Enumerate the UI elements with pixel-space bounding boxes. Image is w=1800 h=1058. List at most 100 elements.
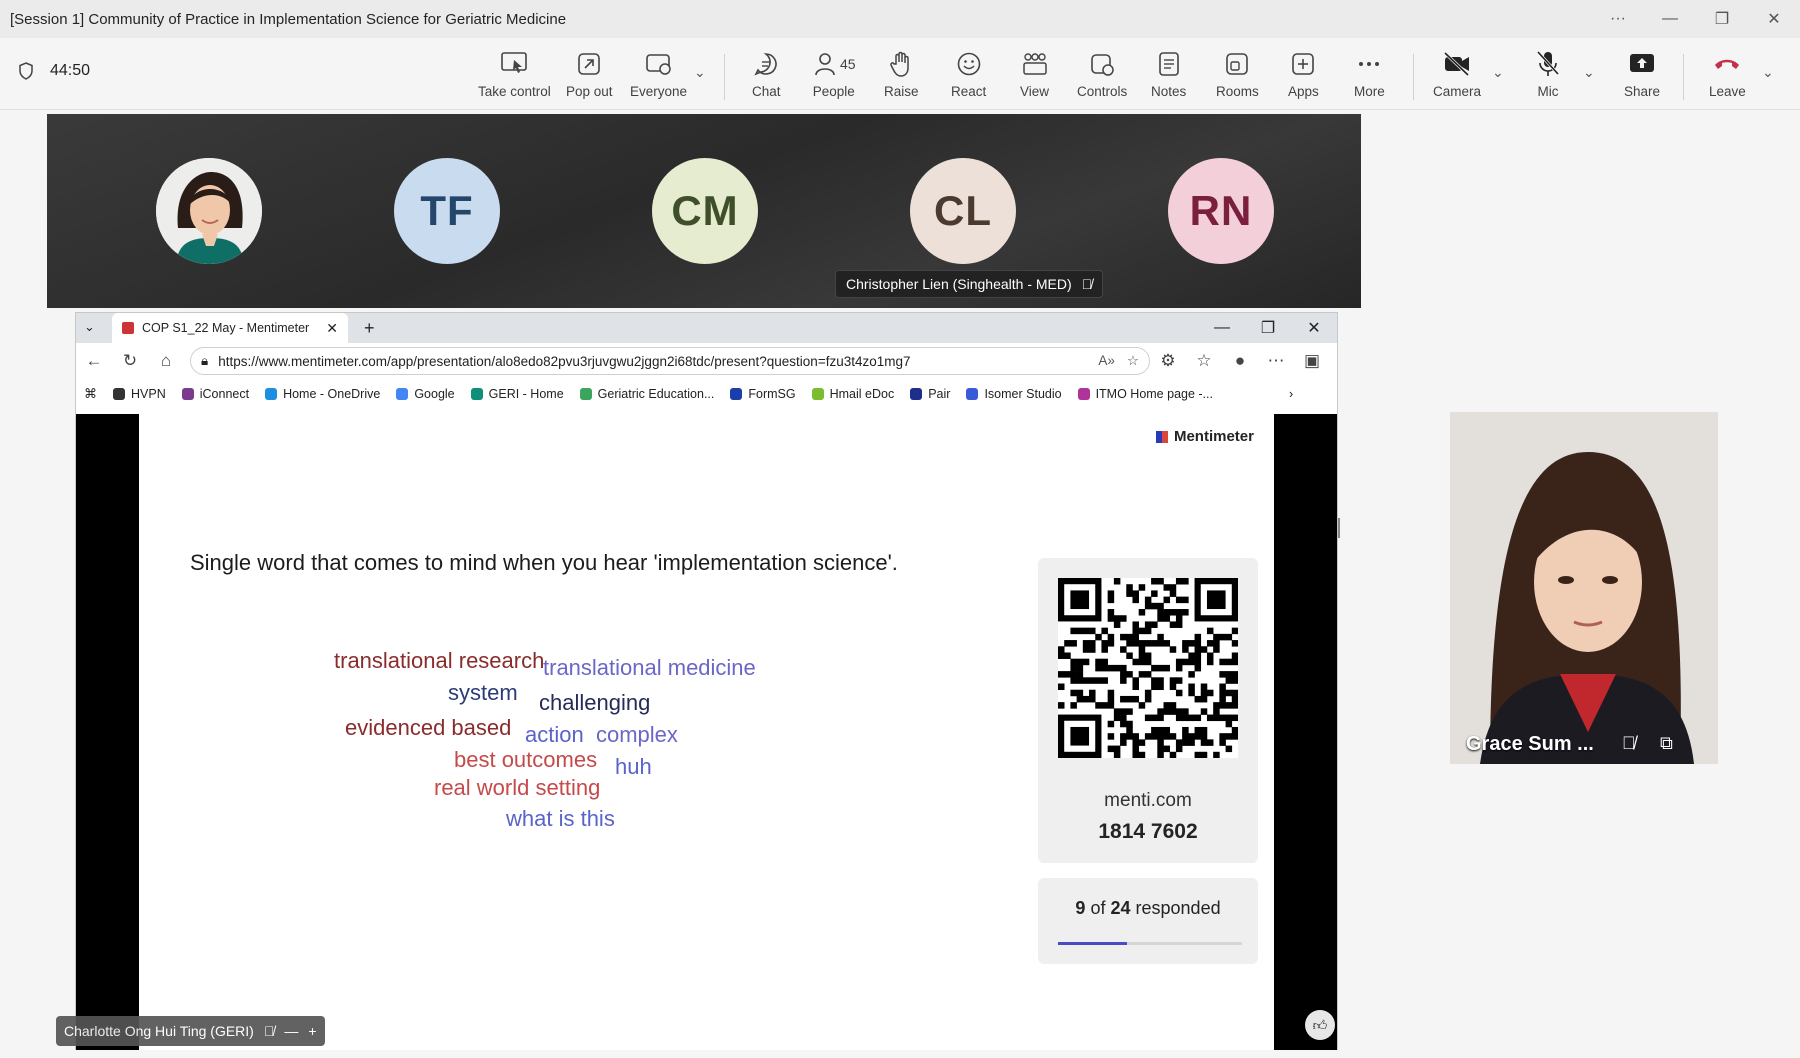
react-button[interactable]: React (951, 48, 986, 106)
bookmark-item[interactable]: iConnect (181, 387, 249, 401)
mic-off-icon (1536, 50, 1560, 76)
chevron-down-icon[interactable]: ⌄ (694, 64, 706, 81)
thumbs-up-button[interactable]: 👍︎ (1305, 1010, 1335, 1040)
word-cloud-term: translational medicine (543, 655, 756, 680)
view-icon (1022, 53, 1047, 75)
bookmark-item[interactable]: Home - OneDrive (265, 387, 380, 401)
participant-avatar[interactable]: CL (910, 158, 1016, 264)
chevron-down-icon[interactable]: ⌄ (1762, 64, 1774, 81)
join-code: 1814 7602 (1098, 820, 1198, 843)
bookmark-item[interactable]: ITMO Home page -... (1077, 387, 1213, 401)
speaker-video-tile[interactable]: Grace Sum ... 🎙̸ ⧉ (1450, 412, 1718, 764)
responses-panel: 9 of 24 responded (1038, 878, 1258, 964)
chat-button[interactable]: Chat (752, 48, 781, 106)
tab-actions-icon[interactable]: ⌄ (84, 319, 95, 335)
word-cloud-term: action (525, 722, 584, 747)
controls-button[interactable]: Controls (1077, 48, 1127, 106)
share-button[interactable]: Share (1624, 48, 1660, 106)
bookmark-favicon-icon (730, 388, 743, 400)
more-button[interactable]: More (1354, 48, 1385, 106)
raise-hand-button[interactable]: Raise (884, 48, 919, 106)
bookmark-item[interactable]: HVPN (113, 387, 166, 401)
restore-icon[interactable]: ❐ (1245, 318, 1291, 338)
zoom-in-icon[interactable]: + (308, 1023, 316, 1039)
participant-photo-avatar[interactable] (156, 158, 262, 264)
speaker-video-feed (1450, 412, 1718, 764)
teams-meeting-window: [Session 1] Community of Practice in Imp… (0, 0, 1800, 1058)
controls-icon (1091, 54, 1114, 76)
notes-button[interactable]: Notes (1151, 48, 1186, 106)
restore-button[interactable]: ❐ (1696, 0, 1748, 38)
word-cloud-term: translational research (334, 648, 545, 673)
bookmark-item[interactable]: GERI - Home (470, 387, 564, 401)
close-window-button[interactable]: ✕ (1748, 0, 1800, 38)
participant-avatar[interactable]: RN (1168, 158, 1274, 264)
responses-counter: 9 of 24 responded (1075, 898, 1221, 918)
refresh-icon[interactable]: ↻ (112, 351, 148, 371)
bookmark-favicon-icon (811, 388, 824, 400)
new-tab-button[interactable]: + (364, 318, 375, 339)
mic-button[interactable]: Mic (1535, 48, 1561, 106)
minimize-icon[interactable]: — (1199, 319, 1245, 337)
minimize-button[interactable]: — (1644, 0, 1696, 38)
resize-handle[interactable] (1338, 518, 1340, 538)
more-options-button[interactable]: ··· (1592, 0, 1644, 38)
bookmark-favicon-icon (910, 388, 923, 400)
bookmark-item[interactable]: Google (396, 387, 455, 401)
window-title: [Session 1] Community of Practice in Imp… (10, 10, 567, 28)
bookmark-favicon-icon (1077, 388, 1090, 400)
shared-browser-window: ⌄ COP S1_22 May - Mentimeter ✕ + — ❐ ✕ ←… (75, 312, 1338, 1050)
participant-avatar[interactable]: CM (652, 158, 758, 264)
back-icon[interactable]: ← (76, 351, 112, 371)
bookmark-item[interactable]: FormSG (730, 387, 796, 401)
people-button[interactable]: 45 People (812, 48, 856, 106)
mentimeter-favicon-icon (122, 322, 134, 334)
participant-avatar[interactable]: TF (394, 158, 500, 264)
url-field[interactable]: 🔒︎ https://www.mentimeter.com/app/presen… (190, 347, 1150, 375)
word-cloud-term: complex (596, 722, 678, 747)
pop-out-icon (578, 53, 601, 75)
bookmarks-bar: ⌘ HVPN iConnect Home - OneDrive Google GERI -… (76, 379, 1337, 409)
view-button[interactable]: View (1020, 48, 1049, 106)
sidebar-icon[interactable]: ▣ (1294, 351, 1330, 371)
chevron-down-icon[interactable]: ⌄ (1492, 64, 1504, 81)
bookmark-item[interactable]: Isomer Studio (966, 387, 1062, 401)
apps-button[interactable]: Apps (1288, 48, 1319, 106)
browser-tab[interactable]: COP S1_22 May - Mentimeter ✕ (112, 313, 348, 343)
more-icon (1359, 62, 1380, 66)
home-icon[interactable]: ⌂ (148, 351, 184, 371)
screen-share-icon: ⧉ (1660, 733, 1673, 753)
word-cloud-term: evidenced based (345, 715, 512, 740)
camera-button[interactable]: Camera (1433, 48, 1481, 106)
zoom-out-icon[interactable]: — (284, 1023, 298, 1039)
tab-actions-icon[interactable]: ⌘ (84, 386, 97, 402)
rooms-button[interactable]: Rooms (1216, 48, 1259, 106)
timer-text: 44:50 (50, 62, 91, 79)
word-cloud-term: best outcomes (454, 747, 598, 772)
favorite-star-icon[interactable]: ☆ (1127, 353, 1139, 369)
chevron-down-icon[interactable]: ⌄ (1583, 64, 1595, 81)
pop-out-button[interactable]: Pop out (566, 48, 613, 106)
take-control-button[interactable]: Take control (478, 48, 551, 106)
mentimeter-logo-icon (1155, 430, 1168, 443)
participant-gallery: TF CM CL RN Christopher Lien (Singhealth… (47, 114, 1361, 308)
bookmark-item[interactable]: Geriatric Education... (579, 387, 714, 401)
everyone-icon (645, 54, 671, 75)
leave-button[interactable]: Leave (1709, 48, 1746, 106)
word-cloud-term: what is this (506, 806, 615, 831)
word-cloud-term: challenging (539, 690, 651, 715)
everyone-button[interactable]: Everyone (630, 48, 687, 106)
more-bookmarks-icon[interactable]: › (1289, 387, 1293, 401)
close-tab-icon[interactable]: ✕ (326, 320, 338, 337)
profile-avatar[interactable]: ● (1222, 351, 1258, 371)
bookmark-item[interactable]: Pair (910, 387, 950, 401)
extensions-icon[interactable]: ⚙ (1150, 351, 1186, 371)
active-speaker-nametag: Christopher Lien (Singhealth - MED) 🎙̸ (835, 270, 1104, 298)
camera-off-icon (1443, 51, 1470, 77)
read-aloud-icon[interactable]: A» (1098, 353, 1115, 369)
close-icon[interactable]: ✕ (1291, 318, 1337, 338)
more-icon[interactable]: ⋯ (1258, 351, 1294, 371)
favorites-icon[interactable]: ☆ (1186, 351, 1222, 371)
bookmark-item[interactable]: Hmail eDoc (811, 387, 894, 401)
bookmark-favicon-icon (113, 388, 125, 400)
